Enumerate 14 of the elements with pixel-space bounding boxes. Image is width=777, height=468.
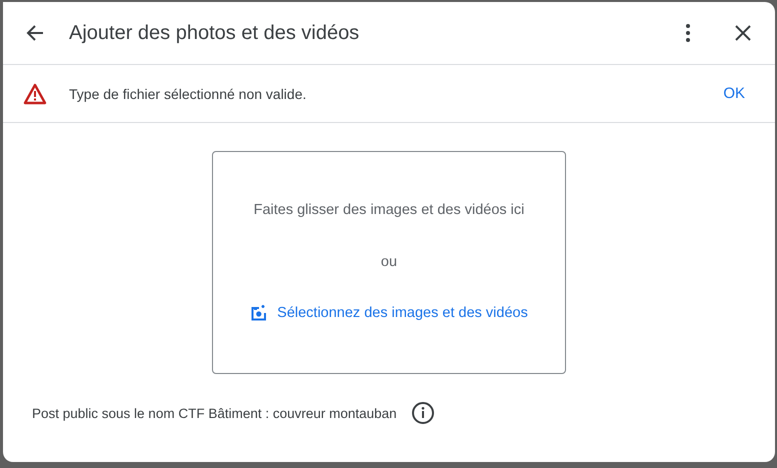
post-info-text: Post public sous le nom CTF Bâtiment : couvreur montauban: [32, 406, 397, 420]
drop-zone[interactable]: Faites glisser des images et des vidéos ici ou Sélectionnez des images et des vidéos: [212, 151, 566, 374]
select-files-link[interactable]: Sélectionnez des images et des vidéos: [277, 305, 528, 321]
more-options-icon[interactable]: [685, 23, 691, 43]
error-message: Type de fichier sélectionné non valide.: [69, 86, 308, 102]
separator-text: ou: [380, 254, 398, 270]
dialog-title: Ajouter des photos et des vidéos: [69, 22, 360, 44]
warning-icon: [23, 82, 47, 104]
ok-button[interactable]: OK: [715, 81, 753, 106]
info-icon[interactable]: [410, 401, 435, 425]
back-arrow-icon[interactable]: [25, 23, 45, 43]
drop-hint: Faites glisser des images et des vidéos ici: [254, 202, 524, 218]
add-photo-icon: [250, 304, 268, 322]
close-icon[interactable]: [735, 25, 751, 41]
